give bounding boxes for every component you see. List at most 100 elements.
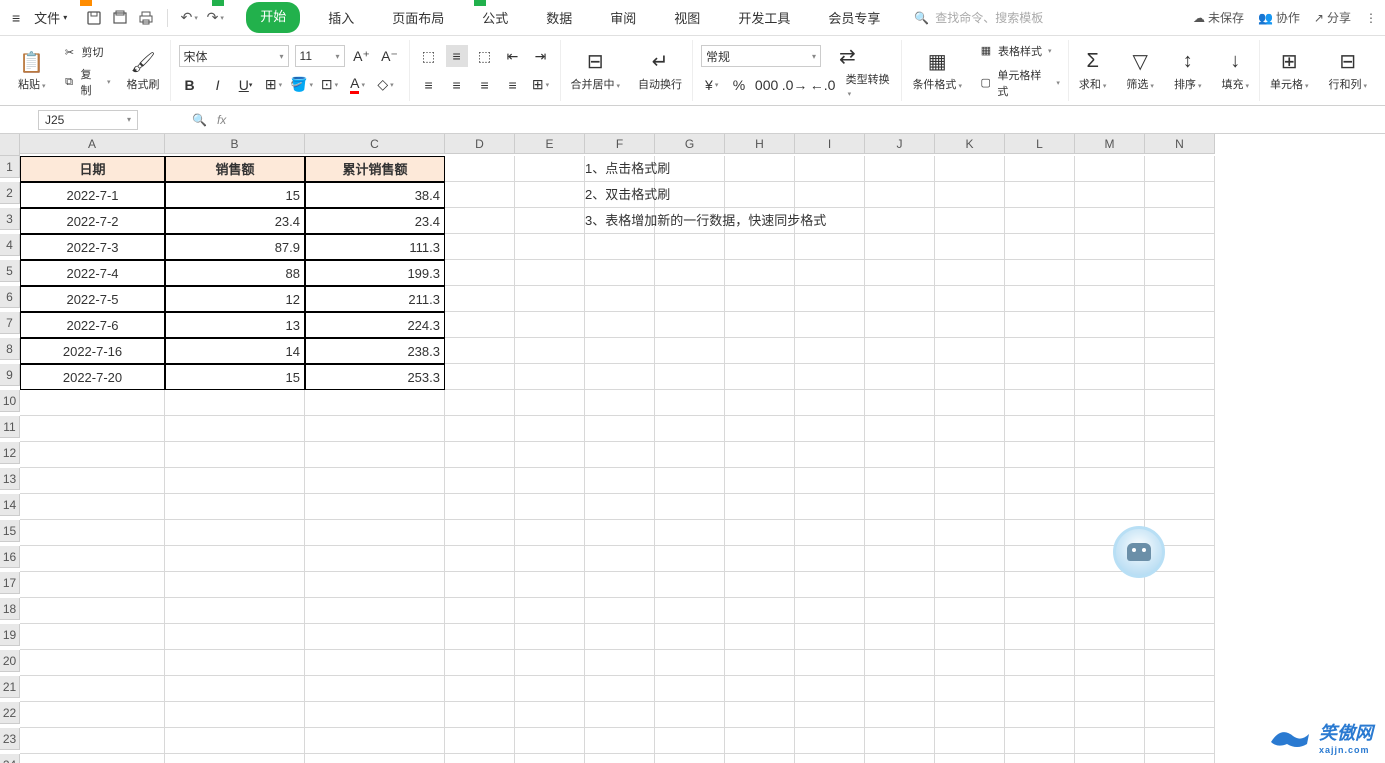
- cell-D7[interactable]: [445, 312, 515, 338]
- cell-J8[interactable]: [865, 338, 935, 364]
- cell-F1[interactable]: 1、点击格式刷: [585, 156, 655, 182]
- fill-color-icon[interactable]: 🪣: [291, 74, 313, 96]
- redo-icon[interactable]: ↷: [206, 9, 224, 27]
- cell-L17[interactable]: [1005, 572, 1075, 598]
- cell-I13[interactable]: [795, 468, 865, 494]
- col-header-H[interactable]: H: [725, 134, 795, 154]
- cell-M9[interactable]: [1075, 364, 1145, 390]
- cell-I15[interactable]: [795, 520, 865, 546]
- cell-M4[interactable]: [1075, 234, 1145, 260]
- cell-L2[interactable]: [1005, 182, 1075, 208]
- cell-N11[interactable]: [1145, 416, 1215, 442]
- cell-H8[interactable]: [725, 338, 795, 364]
- cell-A7[interactable]: 2022-7-6: [20, 312, 165, 338]
- cell-B18[interactable]: [165, 598, 305, 624]
- cell-D14[interactable]: [445, 494, 515, 520]
- row-header-2[interactable]: 2: [0, 182, 20, 204]
- cell-E24[interactable]: [515, 754, 585, 763]
- cell-F13[interactable]: [585, 468, 655, 494]
- cell-H1[interactable]: [725, 156, 795, 182]
- bold-icon[interactable]: B: [179, 74, 201, 96]
- cell-J19[interactable]: [865, 624, 935, 650]
- cell-L6[interactable]: [1005, 286, 1075, 312]
- increase-decimal-icon[interactable]: .0→: [784, 74, 806, 96]
- cell-J16[interactable]: [865, 546, 935, 572]
- cell-G9[interactable]: [655, 364, 725, 390]
- cell-H23[interactable]: [725, 728, 795, 754]
- increase-indent-icon[interactable]: ⇥: [530, 45, 552, 67]
- cell-F2[interactable]: 2、双击格式刷: [585, 182, 655, 208]
- cell-L3[interactable]: [1005, 208, 1075, 234]
- cell-M21[interactable]: [1075, 676, 1145, 702]
- cell-C9[interactable]: 253.3: [305, 364, 445, 390]
- cell-B3[interactable]: 23.4: [165, 208, 305, 234]
- number-format-select[interactable]: 常规: [701, 45, 821, 67]
- cell-E1[interactable]: [515, 156, 585, 182]
- cell-D3[interactable]: [445, 208, 515, 234]
- cell-L13[interactable]: [1005, 468, 1075, 494]
- cell-J3[interactable]: [865, 208, 935, 234]
- tab-member[interactable]: 会员专享: [818, 2, 890, 33]
- row-header-24[interactable]: 24: [0, 754, 20, 763]
- cell-B9[interactable]: 15: [165, 364, 305, 390]
- cell-C19[interactable]: [305, 624, 445, 650]
- cell-H2[interactable]: [725, 182, 795, 208]
- cell-M20[interactable]: [1075, 650, 1145, 676]
- cell-I8[interactable]: [795, 338, 865, 364]
- cell-M8[interactable]: [1075, 338, 1145, 364]
- row-header-14[interactable]: 14: [0, 494, 20, 516]
- col-header-J[interactable]: J: [865, 134, 935, 154]
- currency-icon[interactable]: ¥: [701, 74, 722, 96]
- cell-D23[interactable]: [445, 728, 515, 754]
- cell-N5[interactable]: [1145, 260, 1215, 286]
- cell-F12[interactable]: [585, 442, 655, 468]
- cell-E16[interactable]: [515, 546, 585, 572]
- cell-J11[interactable]: [865, 416, 935, 442]
- cell-C6[interactable]: 211.3: [305, 286, 445, 312]
- row-header-12[interactable]: 12: [0, 442, 20, 464]
- cell-B10[interactable]: [165, 390, 305, 416]
- cell-F19[interactable]: [585, 624, 655, 650]
- cell-I19[interactable]: [795, 624, 865, 650]
- cell-C10[interactable]: [305, 390, 445, 416]
- row-header-7[interactable]: 7: [0, 312, 20, 334]
- cell-C15[interactable]: [305, 520, 445, 546]
- cell-M23[interactable]: [1075, 728, 1145, 754]
- tab-formula[interactable]: 公式: [472, 2, 518, 33]
- cell-M11[interactable]: [1075, 416, 1145, 442]
- row-header-9[interactable]: 9: [0, 364, 20, 386]
- cell-H15[interactable]: [725, 520, 795, 546]
- cell-N12[interactable]: [1145, 442, 1215, 468]
- cell-L4[interactable]: [1005, 234, 1075, 260]
- cell-A20[interactable]: [20, 650, 165, 676]
- cell-A19[interactable]: [20, 624, 165, 650]
- undo-icon[interactable]: ↶: [180, 9, 198, 27]
- cell-I16[interactable]: [795, 546, 865, 572]
- cell-B16[interactable]: [165, 546, 305, 572]
- cell-K17[interactable]: [935, 572, 1005, 598]
- tab-review[interactable]: 审阅: [600, 2, 646, 33]
- cell-J10[interactable]: [865, 390, 935, 416]
- cell-G23[interactable]: [655, 728, 725, 754]
- row-header-1[interactable]: 1: [0, 156, 20, 178]
- cell-N21[interactable]: [1145, 676, 1215, 702]
- cell-L8[interactable]: [1005, 338, 1075, 364]
- cell-C16[interactable]: [305, 546, 445, 572]
- cell-B11[interactable]: [165, 416, 305, 442]
- orientation-icon[interactable]: ⊞: [530, 74, 552, 96]
- cell-G13[interactable]: [655, 468, 725, 494]
- row-header-5[interactable]: 5: [0, 260, 20, 282]
- cell-N6[interactable]: [1145, 286, 1215, 312]
- cell-L22[interactable]: [1005, 702, 1075, 728]
- cell-C14[interactable]: [305, 494, 445, 520]
- cell-L20[interactable]: [1005, 650, 1075, 676]
- cell-A14[interactable]: [20, 494, 165, 520]
- cell-L23[interactable]: [1005, 728, 1075, 754]
- cell-C22[interactable]: [305, 702, 445, 728]
- cond-format-button[interactable]: ▦ 条件格式: [906, 42, 968, 99]
- cell-K23[interactable]: [935, 728, 1005, 754]
- cell-G20[interactable]: [655, 650, 725, 676]
- cell-A2[interactable]: 2022-7-1: [20, 182, 165, 208]
- row-header-15[interactable]: 15: [0, 520, 20, 542]
- cell-A21[interactable]: [20, 676, 165, 702]
